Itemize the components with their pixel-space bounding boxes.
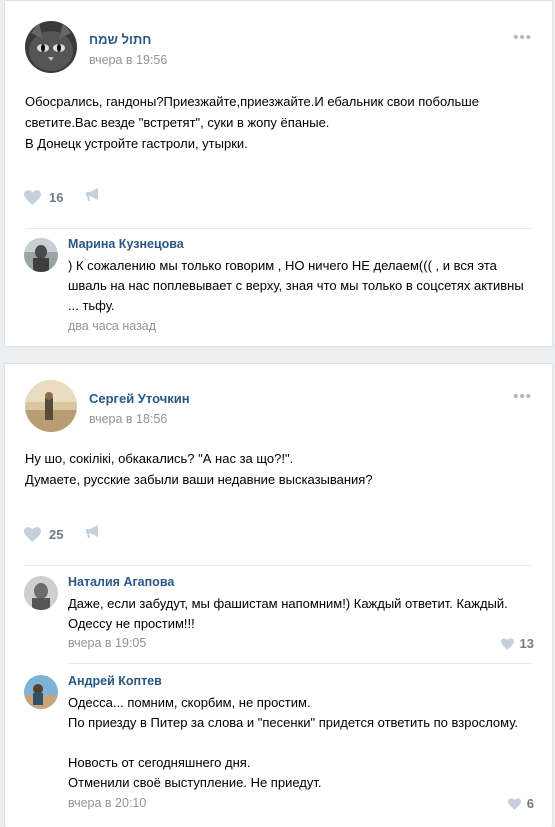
comment-text-line: По приезду в Питер за слова и "песенки" …	[68, 715, 519, 730]
comment-time[interactable]: вчера в 20:10	[68, 796, 146, 810]
more-dots-icon[interactable]: •••	[513, 388, 532, 405]
divider	[25, 565, 532, 566]
comment-text-line: ) К сожалению мы только говорим , НО нич…	[68, 258, 497, 273]
comment-like[interactable]: 13	[500, 636, 534, 651]
comment-like-count[interactable]: 13	[520, 636, 534, 651]
comment-text-line: Отменили своё выступление. Не приедут.	[68, 775, 322, 790]
comment-like[interactable]: 6	[507, 796, 534, 811]
comment-text: Одесса... помним, скорбим, не простим. П…	[68, 693, 538, 793]
comment-author[interactable]: Андрей Коптев	[68, 674, 162, 688]
post-actions: 25	[24, 524, 101, 544]
post-text-line: Ну шо, сокілікі, обкакались? "А нас за щ…	[25, 451, 294, 466]
post-actions: 16	[24, 187, 101, 207]
divider	[68, 663, 532, 664]
megaphone-share-icon[interactable]	[85, 524, 101, 544]
more-dots-icon[interactable]: •••	[513, 29, 532, 46]
comment-text-line: Новость от сегодняшнего дня.	[68, 755, 251, 770]
comment-like-count[interactable]: 6	[527, 796, 534, 811]
author-avatar[interactable]	[25, 21, 77, 73]
comment-text-line	[68, 733, 538, 753]
post-text-line: В Донецк устройте гастроли, утырки.	[25, 136, 248, 151]
like-count[interactable]: 16	[49, 190, 63, 205]
heart-icon[interactable]	[500, 637, 514, 650]
comment-text: Даже, если забудут, мы фашистам напомним…	[68, 594, 538, 634]
post-1: חתול שמח вчера в 19:56 ••• Обосрались, г…	[4, 0, 553, 347]
comment-avatar[interactable]	[24, 238, 58, 272]
post-text: Ну шо, сокілікі, обкакались? "А нас за щ…	[25, 448, 534, 490]
author-avatar[interactable]	[25, 380, 77, 432]
comment-author[interactable]: Наталия Агапова	[68, 575, 174, 589]
comment-avatar[interactable]	[24, 675, 58, 709]
like-count[interactable]: 25	[49, 527, 63, 542]
comment-text: ) К сожалению мы только говорим , НО нич…	[68, 256, 538, 316]
post-time[interactable]: вчера в 18:56	[89, 412, 167, 426]
divider	[25, 228, 532, 229]
comment-time[interactable]: два часа назад	[68, 319, 156, 333]
heart-icon[interactable]	[24, 526, 41, 542]
comment-avatar[interactable]	[24, 576, 58, 610]
comment-text-line: шваль на нас поплевывает с верху, зная ч…	[68, 278, 524, 293]
comment-text-line: ... тьфу.	[68, 298, 115, 313]
post-text-line: светите.Вас везде "встретят", суки в жоп…	[25, 115, 330, 130]
heart-icon[interactable]	[24, 189, 41, 205]
comment-time[interactable]: вчера в 19:05	[68, 636, 146, 650]
post-text-line: Обосрались, гандоны?Приезжайте,приезжайт…	[25, 94, 479, 109]
post-author[interactable]: חתול שמח	[89, 32, 151, 47]
heart-icon[interactable]	[507, 797, 521, 810]
post-text: Обосрались, гандоны?Приезжайте,приезжайт…	[25, 91, 534, 154]
megaphone-share-icon[interactable]	[85, 187, 101, 207]
comment-text-line: Одессу не простим!!!	[68, 616, 195, 631]
post-author[interactable]: Сергей Уточкин	[89, 391, 190, 406]
comment-author[interactable]: Марина Кузнецова	[68, 237, 184, 251]
post-2: Сергей Уточкин вчера в 18:56 ••• Ну шо, …	[4, 363, 553, 827]
post-time[interactable]: вчера в 19:56	[89, 53, 167, 67]
comment-text-line: Одесса... помним, скорбим, не простим.	[68, 695, 311, 710]
post-text-line: Думаете, русские забыли ваши недавние вы…	[25, 472, 373, 487]
comment-text-line: Даже, если забудут, мы фашистам напомним…	[68, 596, 508, 611]
